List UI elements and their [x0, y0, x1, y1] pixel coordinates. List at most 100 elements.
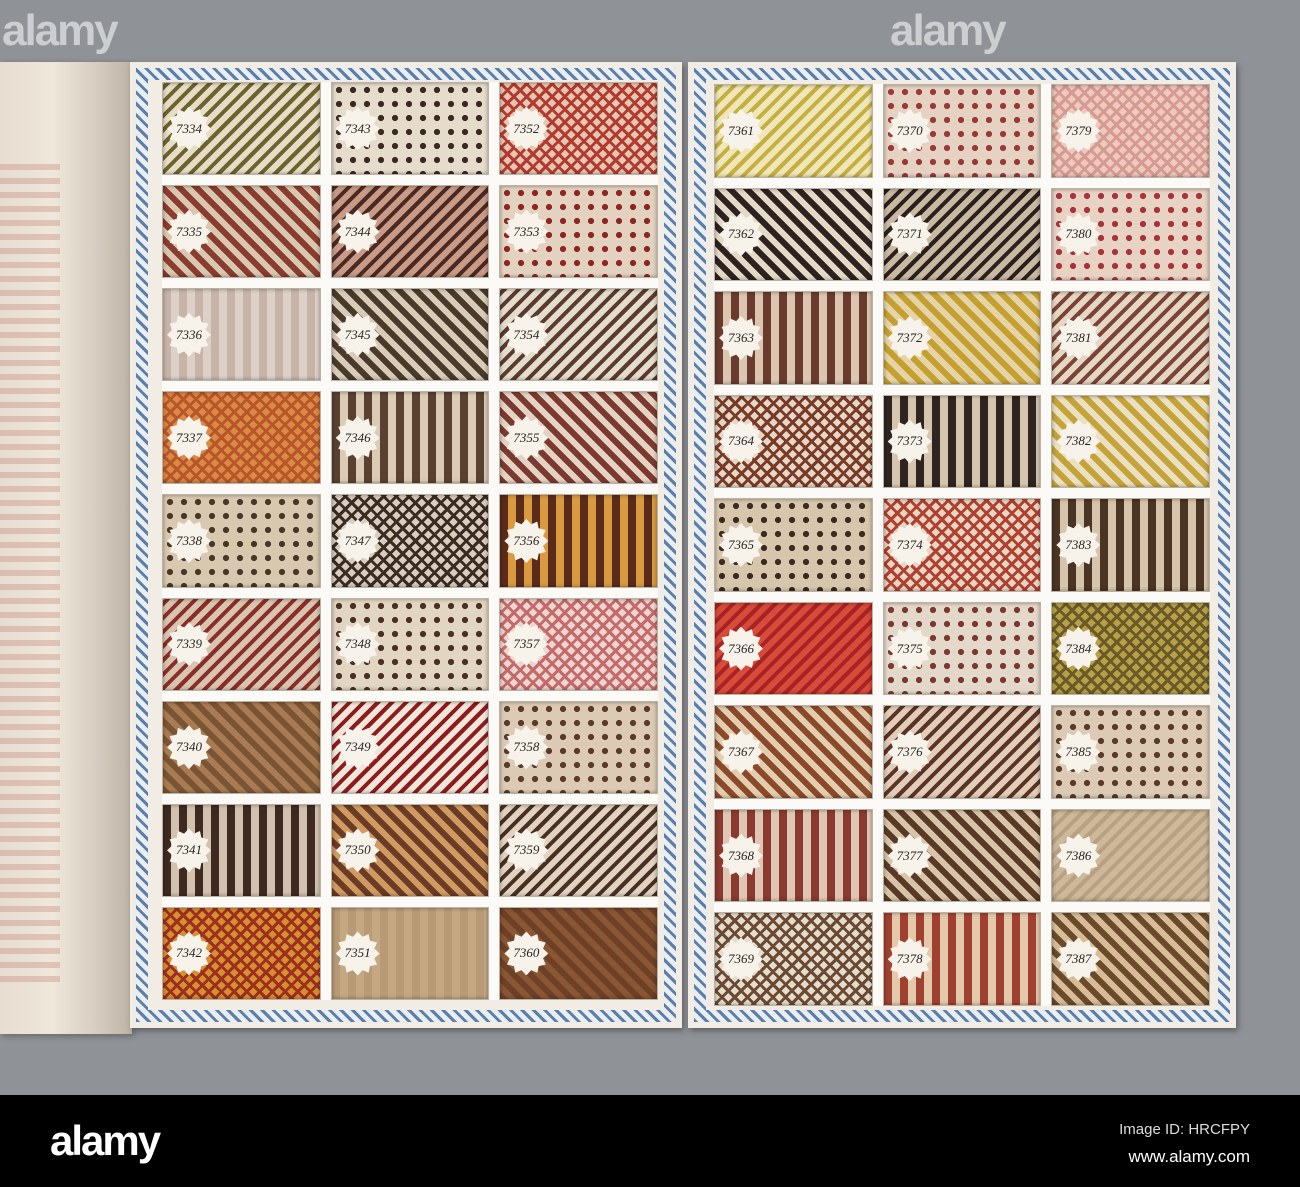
- fabric-swatch: 7362: [714, 187, 873, 282]
- swatch-number-label: 7356: [504, 518, 549, 563]
- swatch-number-label: 7355: [504, 415, 549, 460]
- swatch-number-label: 7343: [335, 106, 380, 151]
- fabric-swatch: 7334: [162, 82, 321, 176]
- swatch-number-label: 7366: [719, 626, 763, 671]
- fabric-swatch: 7377: [882, 808, 1042, 903]
- swatch-number-label: 7378: [887, 937, 932, 982]
- fabric-swatch: 7365: [714, 498, 873, 592]
- fabric-swatch: 7336: [162, 288, 321, 382]
- fabric-swatch: 7369: [714, 912, 873, 1006]
- fabric-swatch: 7339: [162, 597, 321, 691]
- swatch-number-label: 7340: [167, 725, 211, 770]
- fabric-swatch: 7375: [882, 601, 1042, 696]
- swatch-number-label: 7386: [1056, 833, 1101, 878]
- fabric-swatch: 7337: [162, 391, 321, 485]
- swatch-number-label: 7385: [1056, 730, 1101, 775]
- fabric-swatch: 7354: [499, 288, 658, 382]
- fabric-swatch: 7367: [714, 705, 873, 799]
- swatch-number-label: 7379: [1056, 108, 1101, 153]
- swatch-number-label: 7387: [1056, 937, 1101, 982]
- image-id: Image ID: HRCFPY: [1119, 1121, 1250, 1138]
- fabric-swatch: 7352: [499, 82, 658, 176]
- fabric-swatch: 7343: [330, 82, 490, 176]
- fabric-swatch: 7364: [714, 394, 873, 489]
- fabric-swatch: 7344: [330, 185, 490, 279]
- fabric-swatch: 7384: [1051, 601, 1210, 696]
- fabric-swatch: 7351: [330, 906, 490, 1000]
- swatch-number-label: 7337: [167, 415, 211, 460]
- swatch-number-label: 7341: [167, 828, 211, 873]
- fabric-swatch: 7385: [1051, 705, 1210, 799]
- fabric-swatch: 7345: [330, 288, 490, 382]
- fabric-swatch: 7340: [162, 700, 321, 794]
- fabric-swatch: 7372: [882, 291, 1042, 385]
- swatch-number-label: 7358: [504, 725, 549, 770]
- swatch-number-label: 7383: [1056, 522, 1101, 567]
- swatch-number-label: 7362: [719, 212, 763, 257]
- swatch-number-label: 7380: [1056, 212, 1101, 257]
- swatch-number-label: 7367: [719, 730, 763, 775]
- swatch-number-label: 7352: [504, 106, 549, 151]
- fabric-swatch: 7373: [882, 394, 1042, 489]
- fabric-swatch: 7342: [162, 906, 321, 1000]
- swatch-number-label: 7338: [167, 518, 211, 563]
- swatch-number-label: 7345: [335, 312, 380, 357]
- swatch-number-label: 7374: [887, 522, 932, 567]
- swatch-number-label: 7363: [719, 315, 763, 360]
- swatch-number-label: 7359: [504, 828, 549, 873]
- fabric-swatch: 7383: [1051, 498, 1210, 592]
- fabric-swatch: 7387: [1051, 912, 1210, 1006]
- fabric-swatch: 7346: [330, 391, 490, 485]
- fabric-swatch: 7368: [714, 808, 873, 903]
- fabric-swatch: 7386: [1051, 808, 1210, 903]
- fabric-swatch: 7363: [714, 291, 873, 385]
- swatch-number-label: 7365: [719, 522, 763, 567]
- swatch-number-label: 7348: [335, 622, 380, 667]
- swatch-number-label: 7381: [1056, 315, 1101, 360]
- swatch-number-label: 7384: [1056, 626, 1101, 671]
- swatch-grid-right: 7361 7362 7363 7364 7365 7366 7367 7368 7369 7370…: [714, 84, 1210, 1006]
- swatch-number-label: 7375: [887, 626, 932, 671]
- swatch-number-label: 7368: [719, 833, 763, 878]
- fabric-swatch: 7371: [882, 187, 1042, 282]
- swatch-number-label: 7371: [887, 212, 932, 257]
- alamy-logo: alamy: [50, 1117, 161, 1164]
- swatch-number-label: 7354: [504, 312, 549, 357]
- fabric-swatch: 7347: [330, 494, 490, 588]
- swatch-number-label: 7372: [887, 315, 932, 360]
- swatch-number-label: 7360: [504, 931, 549, 976]
- right-page: 7361 7362 7363 7364 7365 7366 7367 7368 7369 7370…: [688, 62, 1236, 1028]
- swatch-number-label: 7376: [887, 730, 932, 775]
- swatch-number-label: 7335: [167, 209, 211, 254]
- fabric-swatch: 7380: [1051, 187, 1210, 282]
- fabric-swatch: 7353: [499, 185, 658, 279]
- swatch-number-label: 7361: [719, 108, 763, 153]
- fabric-swatch: 7350: [330, 803, 490, 897]
- fabric-swatch: 7381: [1051, 291, 1210, 385]
- stain: [0, 162, 60, 982]
- book-page-stack: [0, 62, 132, 1034]
- swatch-number-label: 7344: [335, 209, 380, 254]
- swatch-number-label: 7373: [887, 419, 932, 464]
- swatch-number-label: 7339: [167, 622, 211, 667]
- fabric-swatch: 7379: [1051, 84, 1210, 178]
- fabric-swatch: 7376: [882, 705, 1042, 799]
- fabric-swatch: 7382: [1051, 394, 1210, 489]
- site-url: www.alamy.com: [1128, 1147, 1250, 1166]
- fabric-swatch: 7356: [499, 494, 658, 588]
- swatch-number-label: 7342: [167, 931, 211, 976]
- fabric-swatch: 7378: [882, 912, 1042, 1006]
- swatch-number-label: 7370: [887, 108, 932, 153]
- swatch-number-label: 7334: [167, 106, 211, 151]
- swatch-number-label: 7349: [335, 725, 380, 770]
- watermark-left: alamy: [2, 6, 119, 55]
- fabric-swatch: 7348: [330, 597, 490, 691]
- fabric-swatch: 7338: [162, 494, 321, 588]
- swatch-number-label: 7377: [887, 833, 932, 878]
- fabric-swatch: 7358: [499, 700, 658, 794]
- swatch-number-label: 7336: [167, 312, 211, 357]
- fabric-swatch: 7349: [330, 700, 490, 794]
- watermark-right: alamy: [890, 6, 1007, 55]
- fabric-swatch: 7370: [882, 84, 1042, 178]
- swatch-number-label: 7357: [504, 622, 549, 667]
